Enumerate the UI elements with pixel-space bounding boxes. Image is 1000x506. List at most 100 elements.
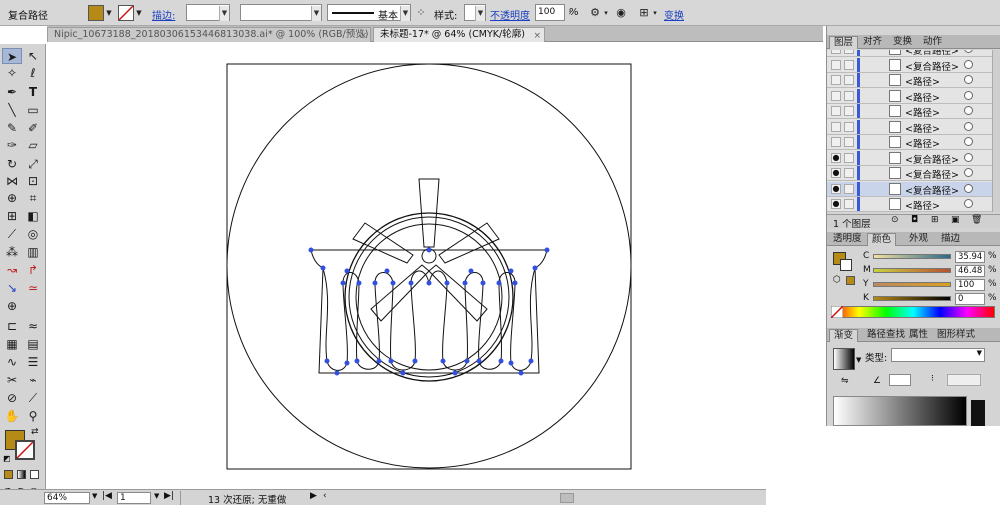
lasso-tool[interactable]: ℓ [23,65,43,81]
visibility-toggle[interactable] [831,75,841,85]
color-stroke-swatch[interactable] [840,259,852,271]
layer-row[interactable]: ● <复合路径> [827,150,995,166]
tab-pathfinder[interactable]: 路径查找 [863,329,909,342]
out-of-gamut-swatch[interactable] [846,276,855,285]
layer-row[interactable]: ● <路径> [827,197,995,212]
scissors-tool[interactable]: ✂ [2,372,22,388]
chevron-down-icon[interactable]: ▼ [977,349,982,357]
chevron-down-icon[interactable]: ▼ [311,6,321,21]
layer-row[interactable]: <路径> [827,73,995,88]
chevron-down-icon[interactable]: ▾ [652,5,658,21]
tab-gradient[interactable]: 渐变 [829,329,859,342]
target-icon[interactable] [964,50,973,53]
artboard-number-field[interactable]: 1 [117,492,151,504]
target-icon[interactable] [964,121,973,131]
perspective-grid-tool[interactable]: ⌗ [23,190,43,206]
gradient-tool[interactable]: ◧ [23,208,43,224]
gradient-preview-swatch[interactable] [833,348,855,370]
chevron-down-icon[interactable]: ▼ [105,5,113,21]
document-setup-icon[interactable]: ⚙ [587,5,603,21]
chart-tool[interactable]: ▤ [23,336,43,352]
brush-definition-field[interactable]: 基本 ▼ [327,4,411,22]
channel-slider[interactable] [873,282,951,287]
aspect-field[interactable] [947,374,981,386]
channel-value-field[interactable]: 100 [955,279,985,291]
make-clipping-mask-icon[interactable]: ◘ [911,215,918,225]
target-icon[interactable] [964,75,973,84]
chevron-down-icon[interactable]: ▾ [603,5,609,21]
new-sublayer-icon[interactable]: ⊞ [931,215,939,225]
layer-row[interactable]: <复合路径> [827,50,995,57]
scale-tool[interactable]: ⤢ [23,156,43,172]
blend-tool[interactable]: ◎ [23,226,43,242]
stroke-color-box[interactable] [15,440,35,460]
transform-link[interactable]: 变换 [664,7,684,22]
target-icon[interactable] [964,199,973,208]
symbol-sprayer-tool[interactable]: ⁂ [2,244,22,260]
visibility-toggle[interactable] [831,106,841,116]
slice-tool[interactable]: ⊘ [2,390,22,406]
color-spectrum[interactable] [831,306,995,318]
tab-attributes[interactable]: 属性 [905,329,932,342]
tab-untitled-17[interactable]: 未标题-17* @ 64% (CMYK/轮廓) × [373,27,545,42]
target-icon[interactable] [964,59,973,69]
layer-row[interactable]: <路径> [827,104,995,119]
chevron-down-icon[interactable]: ▼ [219,6,229,21]
hand-tool[interactable]: ✋ [2,408,22,424]
width-tool[interactable]: ⋈ [2,173,22,189]
angle-icon[interactable]: ∠ [873,376,881,386]
warp-tool[interactable]: ≈ [23,318,43,334]
blob-brush-tool[interactable]: ✑ [2,137,22,153]
first-artboard-icon[interactable]: |◀ [102,491,112,501]
anchor-point-tool[interactable]: ↝ [2,262,22,278]
align-icon[interactable]: ⊞ [636,5,652,21]
opacity-label[interactable]: 不透明度 [490,7,530,22]
tab-transparency[interactable]: 透明度 [829,233,866,246]
globe-icon[interactable]: ◉ [613,5,629,21]
curvature-tool[interactable]: ↱ [23,262,43,278]
eye-icon[interactable]: ● [831,199,841,209]
rectangle-tool[interactable]: ▭ [23,102,43,118]
target-icon[interactable] [964,152,973,162]
stroke-label[interactable]: 描边: [152,7,175,22]
tab-layers[interactable]: 图层 [829,36,859,49]
target-icon[interactable] [964,137,973,146]
layer-row[interactable]: ● <复合路径> [827,181,995,197]
paintbrush-tool[interactable]: ✎ [2,120,22,136]
magic-wand-tool[interactable]: ✧ [2,65,22,81]
locate-object-icon[interactable]: ⊙ [891,215,899,225]
opacity-field[interactable]: 100 [535,4,565,21]
pencil-tool[interactable]: ✐ [23,120,43,136]
channel-value-field[interactable]: 0 [955,293,985,305]
none-mode-button[interactable] [30,470,39,479]
lock-toggle[interactable] [844,90,854,101]
layer-row[interactable]: ● <复合路径> [827,166,995,181]
channel-value-field[interactable]: 46.48 [955,265,985,277]
spiral-tool[interactable]: ∿ [2,354,22,370]
gradient-type-select[interactable]: ▼ [891,348,985,362]
target-icon[interactable] [964,168,973,177]
eye-icon[interactable]: ● [831,152,841,163]
lock-toggle[interactable] [844,183,854,194]
lock-toggle[interactable] [844,137,854,147]
lock-toggle[interactable] [844,152,854,163]
target-icon[interactable] [964,106,973,115]
selection-tool[interactable]: ➤ [2,48,22,64]
visibility-toggle[interactable] [831,59,841,70]
tab-transform[interactable]: 变换 [889,36,916,49]
visibility-toggle[interactable] [831,137,841,147]
chevron-down-icon[interactable]: ▼ [154,492,159,500]
lock-toggle[interactable] [844,121,854,132]
tab-nipic-document[interactable]: Nipic_10673188_20180306153446813038.ai* … [47,27,371,42]
variable-width-field[interactable]: ▼ [240,4,322,21]
channel-slider[interactable] [873,296,951,301]
aspect-ratio-icon[interactable]: ⁝ [931,374,934,384]
mesh-tool[interactable]: ⊞ [2,208,22,224]
lock-toggle[interactable] [844,75,854,85]
graphic-style-field[interactable]: ▼ [464,4,486,21]
column-graph-tool[interactable]: ▥ [23,244,43,260]
zoom-field[interactable]: 64% [44,492,90,504]
chevron-down-icon[interactable]: ▼ [135,5,143,21]
fill-swatch[interactable] [88,5,104,21]
type-tool[interactable]: T [23,84,43,100]
